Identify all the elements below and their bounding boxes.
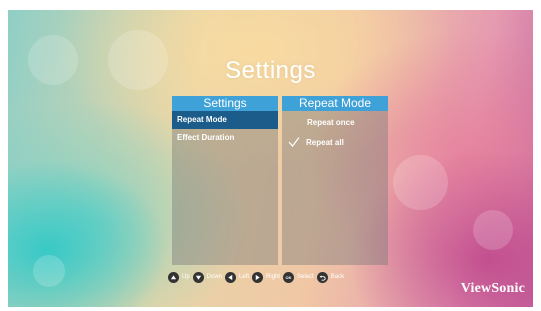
menu-item-repeat-mode[interactable]: Repeat Mode xyxy=(172,111,278,129)
legend-back: Back xyxy=(316,271,345,283)
settings-menu-panel: Settings Repeat Mode Effect Duration xyxy=(172,96,278,265)
legend-left: Left xyxy=(225,271,250,283)
legend-label: Back xyxy=(330,274,345,280)
legend-down: Down xyxy=(192,271,223,283)
option-label: Repeat all xyxy=(306,138,344,147)
repeat-mode-panel: Repeat Mode Repeat once Repeat all xyxy=(282,96,388,265)
legend-label: Left xyxy=(239,274,250,280)
remote-key-legend: Up Down Left Right OK Select Back xyxy=(168,270,347,284)
tv-screen: Settings Settings Repeat Mode Effect Dur… xyxy=(8,10,533,307)
option-repeat-all[interactable]: Repeat all xyxy=(282,133,388,153)
legend-label: Down xyxy=(206,274,223,280)
option-repeat-once[interactable]: Repeat once xyxy=(282,113,388,133)
up-icon xyxy=(168,271,179,283)
legend-right: Right xyxy=(252,271,281,283)
legend-select: OK Select xyxy=(283,271,314,283)
ok-icon: OK xyxy=(283,271,295,283)
left-icon xyxy=(225,271,237,283)
back-icon xyxy=(316,271,328,283)
option-label: Repeat once xyxy=(307,118,355,127)
down-icon xyxy=(192,271,204,283)
legend-label: Right xyxy=(266,274,281,280)
legend-up: Up xyxy=(168,271,190,283)
brand-logo: ViewSonic xyxy=(460,281,525,296)
legend-label: Select xyxy=(297,274,314,280)
legend-label: Up xyxy=(182,274,190,280)
bokeh-decoration xyxy=(33,255,65,287)
repeat-mode-header: Repeat Mode xyxy=(282,96,388,111)
page-title: Settings xyxy=(225,57,316,84)
bokeh-decoration xyxy=(393,155,448,210)
right-icon xyxy=(252,271,264,283)
menu-item-effect-duration[interactable]: Effect Duration xyxy=(172,129,278,147)
bokeh-decoration xyxy=(473,210,513,250)
settings-menu-header: Settings xyxy=(172,96,278,111)
checkmark-icon xyxy=(288,137,300,147)
